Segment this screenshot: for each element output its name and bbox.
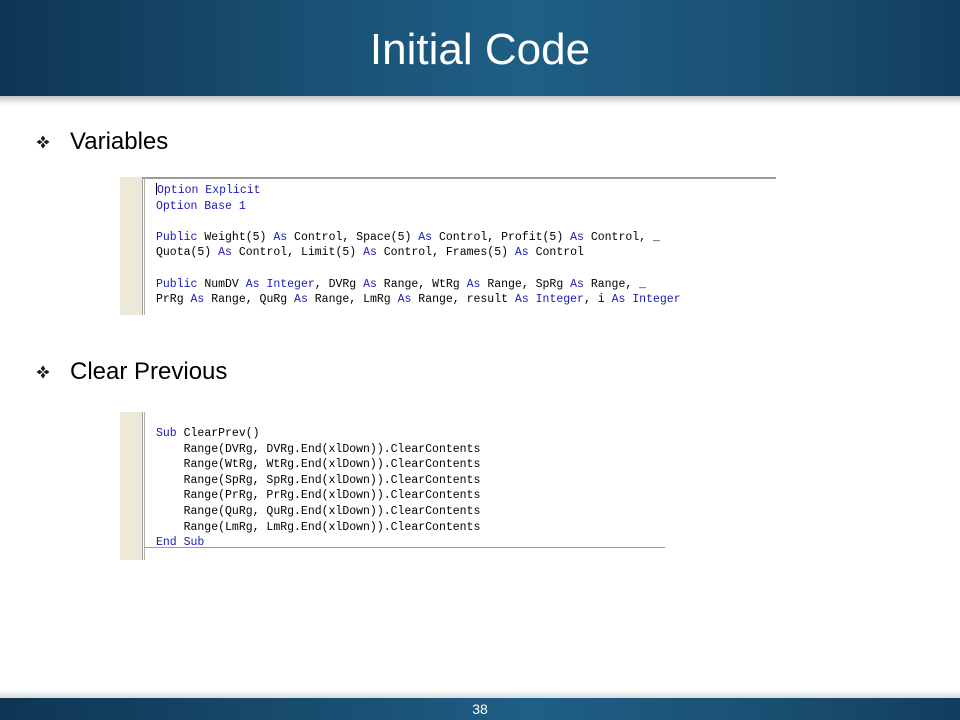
code-keyword: As xyxy=(514,293,529,307)
code-token: Control, _ xyxy=(583,230,660,244)
code-keyword: As xyxy=(514,246,529,260)
bullet-label: Clear Previous xyxy=(70,358,228,385)
code-token: Range(LmRg, LmRg.End(xlDown)).ClearConte… xyxy=(156,520,481,534)
code-keyword: Integer xyxy=(632,293,681,307)
code-keyword: Public xyxy=(156,277,198,291)
code-lines: Sub ClearPrev() Range(DVRg, DVRg.End(xlD… xyxy=(156,426,480,551)
code-keyword: As xyxy=(570,277,584,291)
code-token: Range(PrRg, PrRg.End(xlDown)).ClearConte… xyxy=(156,489,481,503)
code-line: Range(LmRg, LmRg.End(xlDown)).ClearConte… xyxy=(156,520,481,536)
code-token: PrRg xyxy=(156,293,191,307)
code-token: Range, SpRg xyxy=(480,277,571,291)
bullet-clear-previous: Clear Previous xyxy=(36,358,227,386)
code-line: Public Weight(5) As Control, Space(5) As… xyxy=(156,230,681,246)
code-token: Quota(5) xyxy=(156,246,219,260)
code-line: Sub ClearPrev() xyxy=(156,426,480,442)
code-keyword: As xyxy=(611,293,626,307)
code-token: Range, QuRg xyxy=(204,293,295,307)
title-bar: Initial Code xyxy=(0,0,960,96)
code-token: , DVRg xyxy=(314,277,364,291)
code-keyword: As xyxy=(570,230,584,244)
code-keyword: Public xyxy=(156,230,198,244)
editor-gutter xyxy=(120,412,143,560)
code-token: Range(QuRg, QuRg.End(xlDown)).ClearConte… xyxy=(156,504,481,518)
code-keyword: As xyxy=(245,277,260,291)
four-diamond-bullet-icon xyxy=(36,365,50,379)
code-line: Range(PrRg, PrRg.End(xlDown)).ClearConte… xyxy=(156,488,481,504)
code-token: Range, _ xyxy=(583,277,647,291)
code-token: NumDV xyxy=(197,277,246,291)
code-keyword: As xyxy=(363,277,377,291)
slide-title: Initial Code xyxy=(369,25,591,74)
code-keyword: Integer xyxy=(266,277,315,291)
code-keyword: As xyxy=(363,246,377,260)
code-token: Range(WtRg, WtRg.End(xlDown)).ClearConte… xyxy=(156,458,481,472)
code-line: Range(WtRg, WtRg.End(xlDown)).ClearConte… xyxy=(156,457,481,473)
code-editor-variables: Option Explicit Option Base 1 Public Weigh… xyxy=(120,177,776,315)
code-keyword: As xyxy=(294,293,308,307)
code-lines: Option Explicit Option Base 1 Public Weigh… xyxy=(156,183,681,308)
code-keyword: Integer xyxy=(535,293,584,307)
editor-gutter xyxy=(120,177,143,315)
code-line: End Sub xyxy=(156,535,480,551)
code-token: Range(DVRg, DVRg.End(xlDown)).ClearConte… xyxy=(156,442,481,456)
code-line: Option Base 1 xyxy=(156,199,681,215)
code-token: Control xyxy=(528,246,584,260)
code-line: Range(DVRg, DVRg.End(xlDown)).ClearConte… xyxy=(156,442,481,458)
code-keyword: As xyxy=(418,230,433,244)
code-token: Range, result xyxy=(411,293,515,307)
code-keyword: As xyxy=(397,293,412,307)
bullet-label: Variables xyxy=(70,128,169,155)
footer-bar: 38 xyxy=(0,698,960,720)
title-bar-shadow xyxy=(0,96,960,106)
code-token: Control, Frames(5) xyxy=(376,246,515,260)
bullet-variables: Variables xyxy=(36,128,168,156)
editor-gutter-divider xyxy=(144,412,145,560)
code-keyword: As xyxy=(273,230,288,244)
code-keyword: As xyxy=(466,277,481,291)
code-token: Range(SpRg, SpRg.End(xlDown)).ClearConte… xyxy=(156,473,481,487)
footer-shadow xyxy=(0,690,960,698)
code-keyword: Option Explicit xyxy=(157,184,261,197)
four-diamond-bullet-icon xyxy=(36,135,50,149)
code-editor-clear-previous: Sub ClearPrev() Range(DVRg, DVRg.End(xlD… xyxy=(120,412,665,560)
code-line: Range(QuRg, QuRg.End(xlDown)).ClearConte… xyxy=(156,504,481,520)
code-token: Control, Profit(5) xyxy=(432,230,571,244)
code-token: Control, Limit(5) xyxy=(231,246,364,260)
code-token: Range, LmRg xyxy=(307,293,398,307)
code-keyword: End Sub xyxy=(156,536,205,550)
code-line: Range(SpRg, SpRg.End(xlDown)).ClearConte… xyxy=(156,473,481,489)
page-number: 38 xyxy=(472,701,488,717)
code-token: Weight(5) xyxy=(197,230,274,244)
code-token: Range, WtRg xyxy=(376,277,467,291)
code-line: Option Explicit xyxy=(156,183,681,199)
code-token: , i xyxy=(583,293,612,307)
code-keyword: Sub xyxy=(156,427,177,440)
code-keyword: Option Base 1 xyxy=(156,199,246,213)
editor-top-border xyxy=(120,177,776,179)
code-line: Public NumDV As Integer, DVRg As Range, … xyxy=(156,277,681,293)
code-line: Quota(5) As Control, Limit(5) As Control… xyxy=(156,245,681,261)
editor-gutter-divider xyxy=(144,177,145,315)
code-token: ClearPrev() xyxy=(176,427,260,440)
code-keyword: As xyxy=(190,293,205,307)
code-keyword: As xyxy=(218,246,232,260)
code-token: Control, Space(5) xyxy=(287,230,419,244)
code-line: PrRg As Range, QuRg As Range, LmRg As Ra… xyxy=(156,292,681,308)
